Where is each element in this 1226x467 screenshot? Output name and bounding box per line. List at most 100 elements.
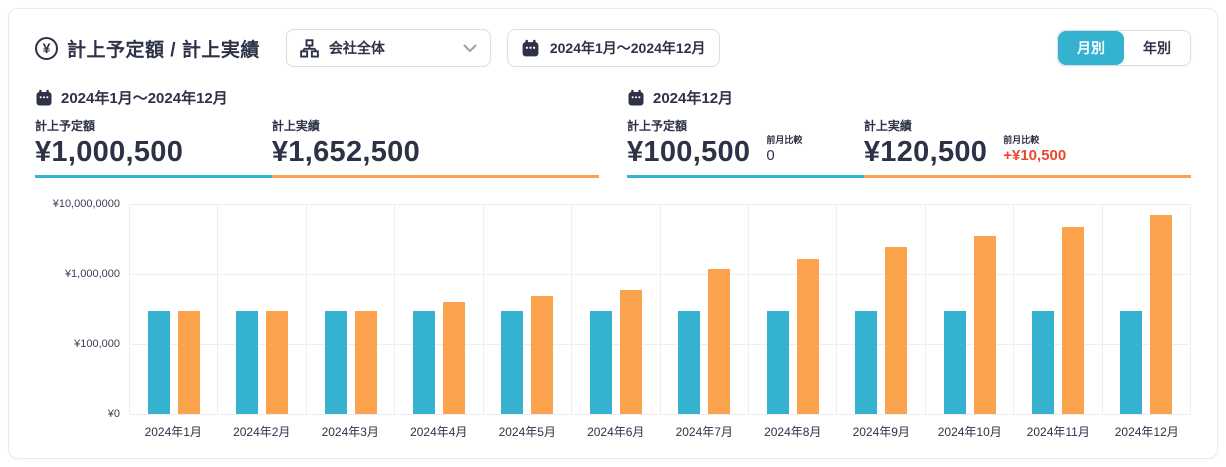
comparison-label: 前月比較 [1003,133,1066,146]
chart-column [218,204,306,414]
chevron-down-icon [463,44,477,53]
bar-planned [767,311,789,414]
bar-planned [678,311,700,414]
bar-planned [1120,311,1142,414]
bar-actual [974,236,996,414]
planned-value: ¥100,500 [627,137,750,167]
plot-column: 2024年1月2024年2月2024年3月2024年4月2024年5月2024年… [129,204,1191,440]
period-summary-date: 2024年1月〜2024年12月 [61,87,228,108]
x-axis-label: 2024年3月 [306,423,395,440]
date-range-button[interactable]: 2024年1月〜2024年12月 [507,29,720,67]
actual-label: 計上実績 [864,117,987,134]
org-scope-select[interactable]: 会社全体 [286,29,491,67]
x-axis-label: 2024年12月 [1103,423,1192,440]
bar-actual [797,259,819,414]
planned-label: 計上予定額 [35,117,183,134]
x-axis-label: 2024年6月 [572,423,661,440]
chart-column [1014,204,1102,414]
bar-actual [355,311,377,414]
chart-column [484,204,572,414]
chart-column [926,204,1014,414]
bar-actual [1062,227,1084,414]
yen-circle-icon: ¥ [35,37,58,60]
actual-value: ¥1,652,500 [272,137,420,167]
chart-column [307,204,395,414]
y-axis-tick: ¥10,000,0000 [53,198,120,210]
bar-actual [443,302,465,414]
planned-value: ¥1,000,500 [35,137,183,167]
chart-column [130,204,218,414]
month-summary-heading: 2024年12月 [627,87,1191,108]
bar-actual [708,269,730,415]
bar-planned [148,311,170,414]
bar-planned [855,311,877,414]
month-planned-metric: 計上予定額 ¥100,500 前月比較 0 [627,117,864,178]
bar-planned [1032,311,1054,414]
planned-comparison: 前月比較 0 [766,133,802,167]
monthly-bar-chart: ¥10,000,0000¥1,000,000¥100,000¥0 2024年1月… [35,204,1191,440]
bar-planned [590,311,612,414]
x-axis-label: 2024年10月 [926,423,1015,440]
planned-label: 計上予定額 [627,117,750,134]
bar-actual [178,311,200,414]
month-actual-metric: 計上実績 ¥120,500 前月比較 +¥10,500 [864,117,1191,178]
title-group: ¥ 計上予定額 / 計上実績 [35,35,260,62]
comparison-value: +¥10,500 [1003,147,1066,165]
calendar-icon [521,39,540,58]
comparison-label: 前月比較 [766,133,802,146]
chart-column [572,204,660,414]
chart-column [661,204,749,414]
x-axis-label: 2024年11月 [1014,423,1103,440]
y-axis-tick: ¥0 [108,408,120,420]
bar-actual [620,290,642,414]
bar-planned [325,311,347,414]
summaries-row: 2024年1月〜2024年12月 計上予定額 ¥1,000,500 計上実績 ¥… [35,87,1191,178]
month-summary: 2024年12月 計上予定額 ¥100,500 前月比較 0 計上実績 [627,87,1191,178]
x-axis: 2024年1月2024年2月2024年3月2024年4月2024年5月2024年… [129,423,1191,440]
period-metrics: 計上予定額 ¥1,000,500 計上実績 ¥1,652,500 [35,117,599,178]
chart-column [1103,204,1191,414]
x-axis-label: 2024年1月 [129,423,218,440]
chart-column [837,204,925,414]
bar-actual [885,247,907,415]
bar-planned [944,311,966,414]
y-axis-tick: ¥1,000,000 [65,268,120,280]
calendar-icon [35,89,53,107]
bar-actual [531,296,553,415]
revenue-widget-card: ¥ 計上予定額 / 計上実績 会社全体 [8,8,1218,459]
org-scope-value: 会社全体 [329,38,453,58]
chart-column [749,204,837,414]
date-range-label: 2024年1月〜2024年12月 [550,38,706,58]
x-axis-label: 2024年9月 [837,423,926,440]
actual-label: 計上実績 [272,117,420,134]
x-axis-label: 2024年8月 [749,423,838,440]
plot-area [129,204,1191,414]
bar-actual [1150,215,1172,414]
calendar-icon [627,89,645,107]
y-axis: ¥10,000,0000¥1,000,000¥100,000¥0 [35,204,129,414]
x-axis-label: 2024年7月 [660,423,749,440]
gridline [130,414,1191,415]
actual-comparison: 前月比較 +¥10,500 [1003,133,1066,167]
period-planned-metric: 計上予定額 ¥1,000,500 [35,117,272,178]
period-summary-heading: 2024年1月〜2024年12月 [35,87,599,108]
org-chart-icon [300,39,319,58]
comparison-value: 0 [766,147,802,165]
bar-actual [266,311,288,414]
toggle-yearly-button[interactable]: 年別 [1124,31,1190,65]
period-actual-metric: 計上実績 ¥1,652,500 [272,117,599,178]
month-summary-date: 2024年12月 [653,87,733,108]
x-axis-label: 2024年2月 [218,423,307,440]
month-metrics: 計上予定額 ¥100,500 前月比較 0 計上実績 ¥120,500 前月比較 [627,117,1191,178]
page-title: 計上予定額 / 計上実績 [67,35,260,62]
chart-column [395,204,483,414]
period-summary: 2024年1月〜2024年12月 計上予定額 ¥1,000,500 計上実績 ¥… [35,87,599,178]
x-axis-label: 2024年5月 [483,423,572,440]
bar-planned [236,311,258,414]
actual-value: ¥120,500 [864,137,987,167]
bar-planned [413,311,435,414]
toggle-monthly-button[interactable]: 月別 [1058,31,1124,65]
y-axis-tick: ¥100,000 [74,338,120,350]
x-axis-label: 2024年4月 [395,423,484,440]
period-toggle: 月別 年別 [1057,30,1191,66]
